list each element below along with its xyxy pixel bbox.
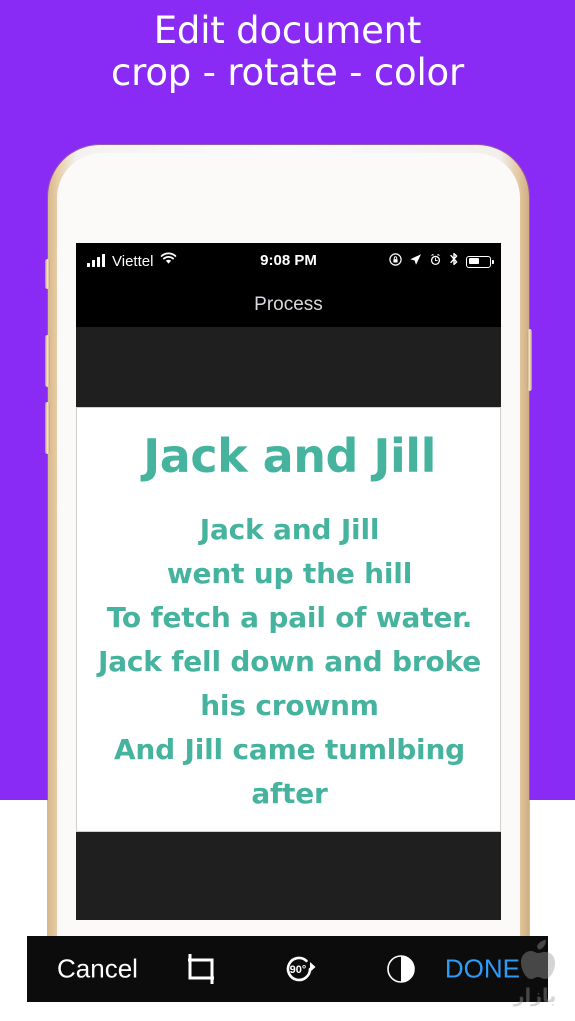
document-line: To fetch a pail of water. [106, 601, 473, 634]
battery-icon [466, 255, 494, 268]
editor-backdrop-top [76, 327, 501, 407]
headline-line-2: crop - rotate - color [110, 51, 464, 94]
rotate-90-icon[interactable]: 90° [277, 947, 321, 991]
location-arrow-icon [409, 253, 422, 271]
volume-down-button[interactable] [45, 402, 50, 454]
promo-screenshot: Edit document crop - rotate - color Viet… [0, 0, 575, 1021]
document-line: Jack fell down and broke [98, 645, 481, 678]
document-line: his crownm [200, 689, 379, 722]
page-title: Process [254, 294, 323, 315]
document-preview[interactable]: Jack and Jill Jack and Jill went up the … [76, 407, 501, 832]
headline-line-1: Edit document [153, 9, 422, 52]
bluetooth-icon [449, 252, 459, 271]
silent-switch[interactable] [45, 259, 50, 289]
editor-toolbar: Cancel 90° DONE [27, 936, 548, 1002]
app-nav-bar: Process [76, 283, 501, 327]
document-line: went up the hill [166, 557, 413, 590]
svg-text:90°: 90° [290, 964, 307, 976]
alarm-clock-icon [429, 253, 442, 271]
store-watermark: بازار [493, 928, 573, 1016]
svg-text:بازار: بازار [513, 985, 557, 1007]
document-title: Jack and Jill [143, 429, 436, 483]
document-line: after [251, 777, 328, 810]
volume-up-button[interactable] [45, 335, 50, 387]
promo-headline: Edit document crop - rotate - color [0, 10, 575, 94]
document-line: And Jill came tumlbing [113, 733, 466, 766]
editor-backdrop-bottom [76, 832, 501, 920]
document-line: Jack and Jill [199, 513, 380, 546]
status-bar-right [389, 252, 494, 271]
cancel-button[interactable]: Cancel [57, 954, 138, 985]
phone-screen: Viettel 9:08 PM Process Jack and Jill Ja… [76, 243, 501, 920]
power-button[interactable] [527, 329, 532, 391]
crop-icon[interactable] [179, 947, 223, 991]
battery-level-fill [468, 258, 479, 264]
document-body: Jack and Jill went up the hill To fetch … [77, 508, 500, 816]
contrast-icon[interactable] [379, 947, 423, 991]
status-bar: Viettel 9:08 PM [76, 243, 501, 283]
rotation-lock-icon [389, 252, 402, 271]
